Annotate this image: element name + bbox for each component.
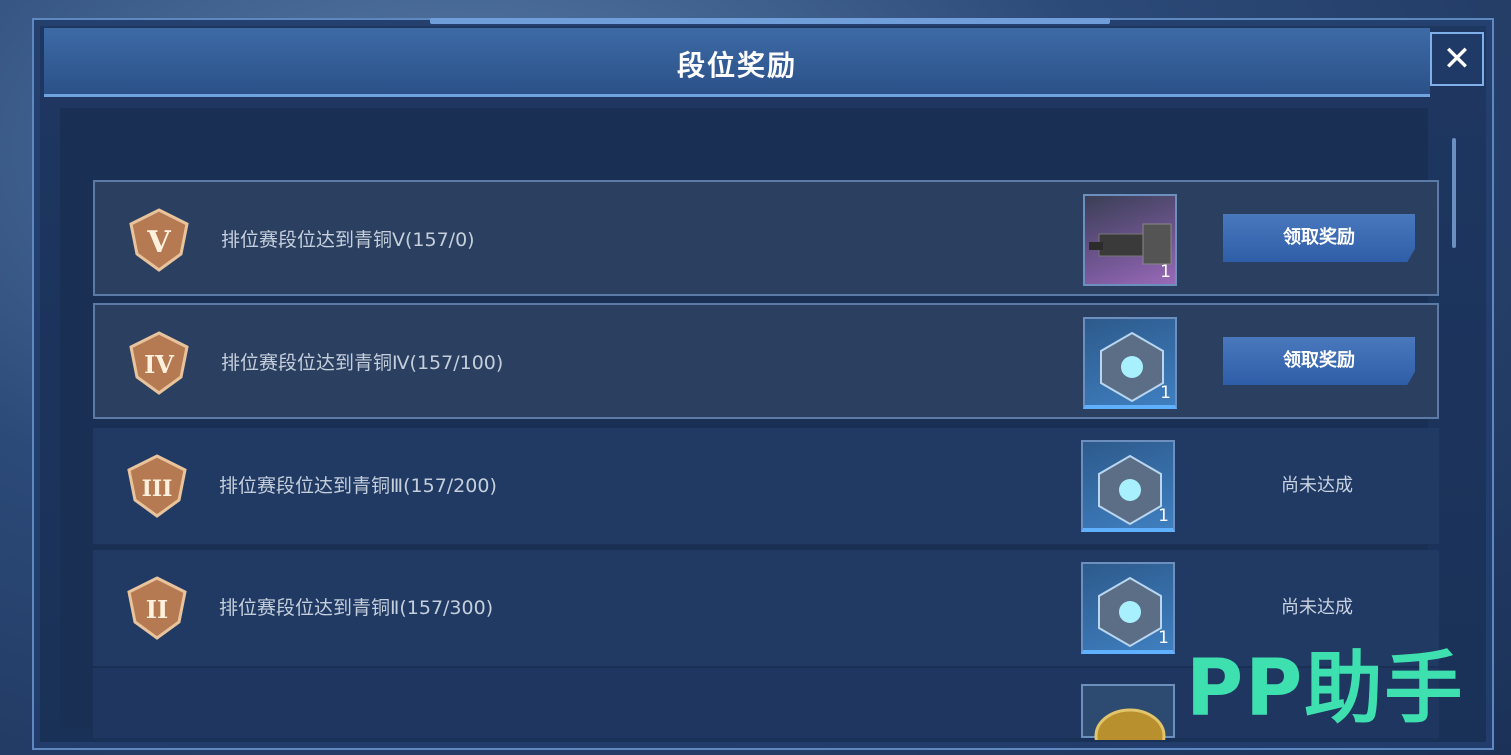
not-achieved-status: 尚未达成 — [1281, 475, 1353, 496]
rank-badge-icon: V — [129, 208, 189, 272]
reward-description: 排位赛段位达到青铜Ⅴ(157/0) — [221, 229, 475, 251]
reward-item-slot[interactable]: 1 — [1083, 194, 1177, 286]
item-count: 1 — [1160, 383, 1171, 403]
item-count: 1 — [1158, 506, 1169, 526]
coin-icon — [1094, 708, 1166, 755]
rank-badge-icon: II — [127, 576, 187, 640]
reward-item-slot[interactable]: 1 — [1081, 440, 1175, 532]
reward-item-slot[interactable] — [1081, 684, 1175, 755]
close-button[interactable]: ✕ — [1430, 32, 1484, 86]
item-count: 1 — [1158, 628, 1169, 648]
claim-reward-button[interactable]: 领取奖励 — [1223, 337, 1415, 385]
rank-badge-label: V — [146, 225, 171, 260]
dialog-title: 段位奖励 — [676, 49, 797, 82]
rank-badge-label: IV — [144, 350, 174, 379]
reward-row: III 排位赛段位达到青铜Ⅲ(157/200) 1 尚未达成 — [93, 428, 1439, 544]
reward-description: 排位赛段位达到青铜Ⅱ(157/300) — [219, 597, 494, 619]
header-accent — [430, 18, 1110, 24]
rank-badge-label: II — [146, 595, 168, 624]
reward-item-slot[interactable]: 1 — [1083, 317, 1177, 409]
claim-reward-button[interactable]: 领取奖励 — [1223, 214, 1415, 262]
rank-badge-label: III — [142, 476, 173, 502]
reward-description: 排位赛段位达到青铜Ⅲ(157/200) — [219, 475, 497, 497]
scrollbar[interactable] — [1452, 138, 1456, 248]
reward-item-slot[interactable]: 1 — [1081, 562, 1175, 654]
reward-description: 排位赛段位达到青铜Ⅳ(157/100) — [221, 352, 504, 374]
rank-badge-icon: IV — [129, 331, 189, 395]
rank-badge-icon: III — [127, 454, 187, 518]
reward-row: V 排位赛段位达到青铜Ⅴ(157/0) 1 领取奖励 — [93, 180, 1439, 296]
item-count: 1 — [1160, 262, 1171, 282]
watermark-logo: PP助手 — [1186, 644, 1465, 734]
reward-row: IV 排位赛段位达到青铜Ⅳ(157/100) 1 领取奖励 — [93, 303, 1439, 419]
dialog-header: 段位奖励 — [44, 28, 1430, 97]
close-icon: ✕ — [1442, 39, 1472, 79]
